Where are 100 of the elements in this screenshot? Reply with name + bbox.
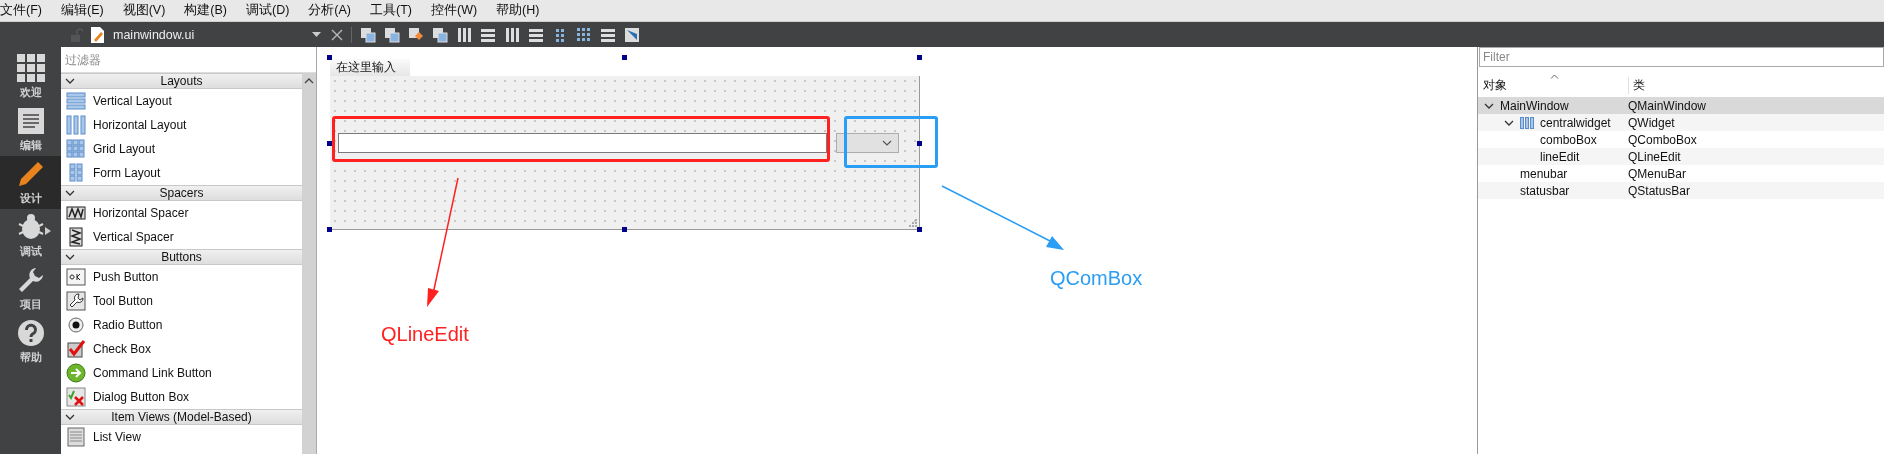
object-name: comboBox	[1540, 132, 1597, 147]
mode-button[interactable]: 设计	[0, 156, 61, 209]
tree-row[interactable]: MainWindow QMainWindow	[1478, 97, 1884, 114]
list-icon	[66, 427, 86, 447]
menu-item[interactable]: 工具(T)	[370, 2, 420, 19]
selection-handle[interactable]	[327, 141, 332, 146]
window-icon[interactable]	[360, 26, 376, 43]
selection-handle[interactable]	[327, 227, 332, 232]
widget-item[interactable]: Radio Button	[61, 313, 302, 337]
help-icon	[15, 318, 46, 348]
object-name: centralwidget	[1540, 115, 1611, 130]
layout-icon	[66, 91, 86, 111]
window-icon[interactable]	[384, 26, 400, 43]
selection-handle[interactable]	[622, 55, 627, 60]
object-name: lineEdit	[1540, 149, 1580, 164]
line-edit-field[interactable]	[338, 133, 827, 153]
category-header[interactable]: Layouts	[61, 73, 302, 89]
rows-icon[interactable]	[600, 26, 616, 43]
document-icon	[15, 106, 46, 136]
wrench-icon	[66, 291, 86, 311]
grid-icon[interactable]	[576, 26, 592, 43]
check-cross-icon	[66, 387, 86, 407]
category-header[interactable]: Item Views (Model-Based)	[61, 409, 302, 425]
selection-handle[interactable]	[917, 55, 922, 60]
radio-icon	[66, 315, 86, 335]
menu-item[interactable]: 文件(F)	[0, 2, 50, 19]
widget-item[interactable]: List View	[61, 425, 302, 449]
mode-button[interactable]: 调试	[0, 209, 61, 262]
menu-item[interactable]: 调试(D)	[246, 2, 298, 19]
chevron-icon	[65, 190, 75, 196]
widget-item[interactable]: Check Box	[61, 337, 302, 361]
mode-button[interactable]: 帮助	[0, 315, 61, 368]
class-name: QComboBox	[1628, 132, 1697, 147]
filter-field[interactable]: Filter	[1479, 47, 1884, 67]
class-name: QStatusBar	[1628, 183, 1691, 198]
widget-item[interactable]: Grid Layout	[61, 137, 302, 161]
columns-icon[interactable]	[456, 26, 472, 43]
chevron-down-icon	[882, 140, 892, 146]
tree-row[interactable]: centralwidget QWidget	[1478, 114, 1884, 131]
column-header[interactable]: 对象	[1478, 77, 1629, 94]
grid-icon	[15, 53, 46, 83]
picture-icon[interactable]	[624, 26, 640, 43]
class-name: QLineEdit	[1628, 149, 1681, 164]
window-icon[interactable]	[432, 26, 448, 43]
selection-handle[interactable]	[917, 141, 922, 146]
mode-button[interactable]: 欢迎	[0, 50, 61, 103]
layout-icon	[1520, 116, 1534, 129]
menu-item[interactable]: 编辑(E)	[60, 2, 112, 19]
chevron-icon	[65, 78, 75, 84]
menu-item[interactable]: 帮助(H)	[496, 2, 548, 19]
object-name: MainWindow	[1500, 98, 1569, 113]
sort-caret-icon	[1550, 74, 1559, 79]
mode-button[interactable]: 项目	[0, 262, 61, 315]
widget-item[interactable]: Push Button	[61, 265, 302, 289]
selection-handle[interactable]	[622, 227, 627, 232]
class-name: QWidget	[1628, 115, 1675, 130]
widget-item[interactable]: Vertical Layout	[61, 89, 302, 113]
ok-button-icon	[66, 267, 86, 287]
column-header[interactable]: 类	[1629, 77, 1645, 94]
widget-item[interactable]: Horizontal Spacer	[61, 201, 302, 225]
widget-item[interactable]: Dialog Button Box	[61, 385, 302, 409]
layout-icon	[66, 115, 86, 135]
layout-icon	[66, 163, 86, 183]
resize-grip-icon[interactable]	[909, 219, 917, 227]
rows-icon[interactable]	[528, 26, 544, 43]
spring-icon	[66, 203, 86, 223]
tree-row[interactable]: statusbar QStatusBar	[1478, 182, 1884, 199]
checkbox-icon	[66, 339, 86, 359]
menu-item[interactable]: 控件(W)	[431, 2, 486, 19]
columns-icon[interactable]	[504, 26, 520, 43]
layout-icon	[66, 139, 86, 159]
chevron-icon	[65, 254, 75, 260]
widget-item[interactable]: Horizontal Layout	[61, 113, 302, 137]
scrollbar[interactable]	[302, 73, 316, 454]
category-header[interactable]: Buttons	[61, 249, 302, 265]
scroll-up-icon[interactable]	[304, 78, 314, 84]
class-name: QMainWindow	[1628, 98, 1707, 113]
close-icon[interactable]	[331, 28, 343, 41]
menu-item[interactable]: 视图(V)	[122, 2, 174, 19]
spring-icon	[66, 227, 86, 247]
file-name: mainwindow.ui	[113, 27, 195, 42]
mode-button[interactable]: 编辑	[0, 103, 61, 156]
widget-item[interactable]: Command Link Button	[61, 361, 302, 385]
tag-icon[interactable]	[408, 26, 424, 43]
dropdown-icon[interactable]	[312, 32, 321, 37]
menu-placeholder[interactable]: 在这里输入	[330, 59, 410, 76]
object-name: statusbar	[1520, 183, 1570, 198]
widget-item[interactable]: Form Layout	[61, 161, 302, 185]
tree-row[interactable]: lineEdit QLineEdit	[1478, 148, 1884, 165]
rows-icon[interactable]	[480, 26, 496, 43]
menu-item[interactable]: 分析(A)	[308, 2, 359, 19]
menu-item[interactable]: 构建(B)	[184, 2, 235, 19]
widget-item[interactable]: Tool Button	[61, 289, 302, 313]
widget-item[interactable]: Vertical Spacer	[61, 225, 302, 249]
arrow-circle-icon	[66, 363, 86, 383]
selection-handle[interactable]	[327, 55, 332, 60]
category-header[interactable]: Spacers	[61, 185, 302, 201]
selection-handle[interactable]	[917, 227, 922, 232]
expand-arrow-icon	[45, 227, 51, 235]
class-name: QMenuBar	[1628, 166, 1687, 181]
